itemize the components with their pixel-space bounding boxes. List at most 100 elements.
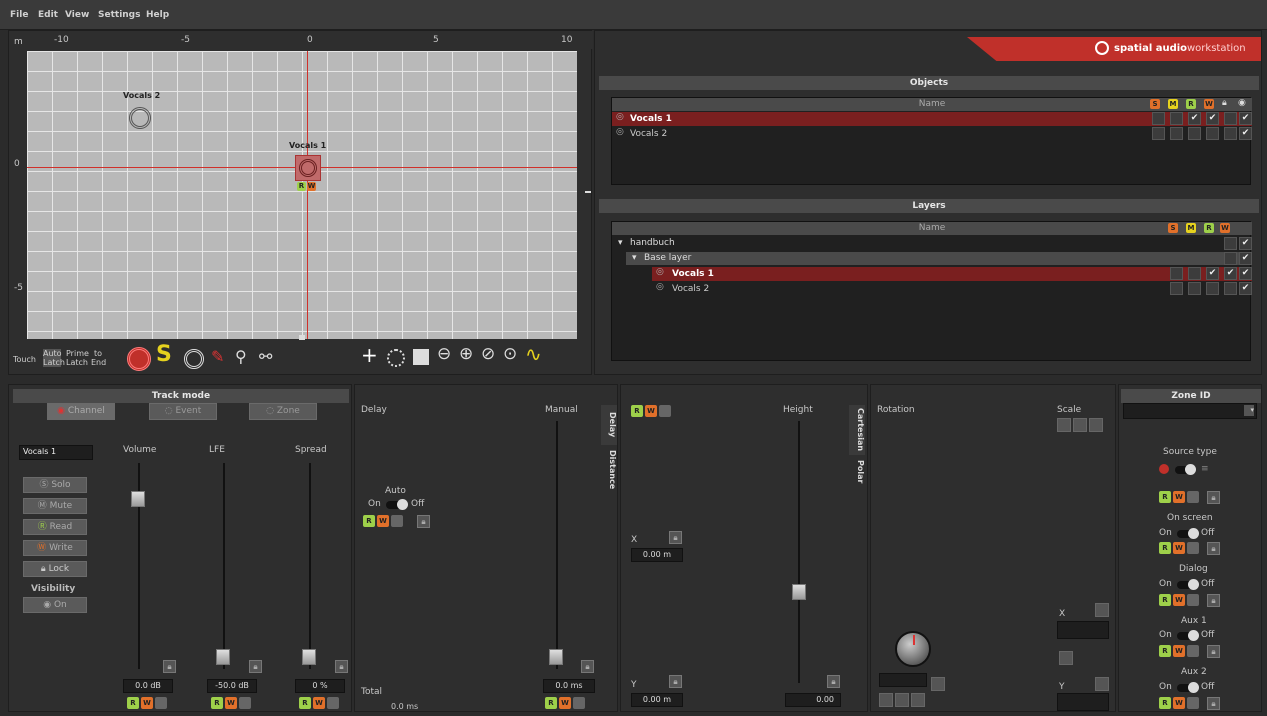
- object-vocals-2[interactable]: [129, 107, 151, 129]
- expand-icon[interactable]: ▾: [632, 253, 637, 263]
- menu-settings[interactable]: Settings: [98, 10, 140, 20]
- circle-path-icon[interactable]: [184, 349, 204, 369]
- aux1-toggle[interactable]: [1177, 630, 1199, 641]
- pos-read-badge[interactable]: R: [631, 405, 643, 417]
- object-vocals-1[interactable]: [295, 155, 321, 181]
- source-type-toggle[interactable]: [1175, 464, 1196, 475]
- curve-icon[interactable]: ∿: [525, 342, 542, 366]
- layer-row-vocals-2[interactable]: ◎ Vocals 2 ✔: [652, 282, 1252, 296]
- menu-edit[interactable]: Edit: [38, 10, 58, 20]
- st-write-badge[interactable]: W: [1173, 491, 1185, 503]
- volume-value[interactable]: 0.0 dB: [123, 679, 173, 693]
- mute-button[interactable]: Ⓜ Mute: [23, 498, 87, 514]
- volume-read-badge[interactable]: R: [127, 697, 139, 709]
- volume-slider-handle[interactable]: [131, 491, 145, 507]
- aux2-write-badge[interactable]: W: [1173, 697, 1185, 709]
- delay-lock-icon[interactable]: 🔒︎: [417, 515, 430, 528]
- zoom-in-icon[interactable]: ⊕: [459, 344, 473, 364]
- layer-root-row[interactable]: ▾ handbuch ✔: [612, 237, 1252, 250]
- x-value[interactable]: 0.00 m: [631, 548, 683, 562]
- tab-delay[interactable]: Delay: [601, 405, 617, 445]
- scale-y-value[interactable]: [1057, 693, 1109, 711]
- solo-button[interactable]: Ⓢ Solo: [23, 477, 87, 493]
- volume-lock-icon[interactable]: 🔒︎: [163, 660, 176, 673]
- zoom-fit-icon[interactable]: ⊘: [481, 344, 495, 364]
- channel-name-field[interactable]: Vocals 1: [19, 445, 93, 460]
- rotate-icon[interactable]: [387, 349, 405, 367]
- move-icon[interactable]: +: [361, 343, 378, 367]
- delay-manual-slider-track[interactable]: [556, 421, 558, 669]
- object-row-vocals-1[interactable]: ◎ Vocals 1 ✔ ✔ ✔: [612, 112, 1252, 126]
- h-scroll-handle[interactable]: [299, 335, 305, 340]
- v-scroll-handle[interactable]: [585, 191, 591, 193]
- base-layer-row[interactable]: ▾ Base layer ✔: [626, 252, 1252, 265]
- zoom-reset-icon[interactable]: ⊙: [503, 344, 517, 364]
- lock-button[interactable]: 🔒︎ Lock: [23, 561, 87, 577]
- rotation-knob[interactable]: [895, 631, 931, 667]
- delay-manual-lock-icon[interactable]: 🔒︎: [581, 660, 594, 673]
- scale-x-value[interactable]: [1057, 621, 1109, 639]
- to-end-button[interactable]: to End: [91, 349, 106, 367]
- pen-icon[interactable]: ✎: [211, 347, 224, 366]
- path-s-icon[interactable]: S: [156, 342, 172, 367]
- manual-read-badge[interactable]: R: [545, 697, 557, 709]
- os-write-badge[interactable]: W: [1173, 542, 1185, 554]
- lfe-lock-icon[interactable]: 🔒︎: [249, 660, 262, 673]
- delay-write-badge[interactable]: W: [377, 515, 389, 527]
- write-button[interactable]: Ⓦ Write: [23, 540, 87, 556]
- spread-slider-track[interactable]: [309, 463, 311, 669]
- dlg-write-badge[interactable]: W: [1173, 594, 1185, 606]
- aux2-lock-icon[interactable]: 🔒︎: [1207, 697, 1220, 710]
- spread-read-badge[interactable]: R: [299, 697, 311, 709]
- menu-help[interactable]: Help: [146, 10, 169, 20]
- lfe-read-badge[interactable]: R: [211, 697, 223, 709]
- auto-latch-button[interactable]: Auto Latch: [43, 349, 65, 367]
- tab-polar[interactable]: Polar: [849, 457, 865, 487]
- read-button[interactable]: Ⓡ Read: [23, 519, 87, 535]
- object-row-vocals-2[interactable]: ◎ Vocals 2 ✔: [612, 127, 1252, 141]
- lfe-write-badge[interactable]: W: [225, 697, 237, 709]
- zone-id-select[interactable]: ▾: [1123, 403, 1257, 419]
- spatial-grid[interactable]: Vocals 2 Vocals 1 R W: [27, 51, 577, 339]
- dlg-read-badge[interactable]: R: [1159, 594, 1171, 606]
- volume-write-badge[interactable]: W: [141, 697, 153, 709]
- on-screen-toggle[interactable]: [1177, 528, 1199, 539]
- prime-latch-button[interactable]: Prime Latch: [66, 349, 89, 367]
- aux1-write-badge[interactable]: W: [1173, 645, 1185, 657]
- spread-value[interactable]: 0 %: [295, 679, 345, 693]
- os-read-badge[interactable]: R: [1159, 542, 1171, 554]
- spread-lock-icon[interactable]: 🔒︎: [335, 660, 348, 673]
- chain-icon[interactable]: ⚯: [259, 347, 272, 366]
- record-icon[interactable]: [127, 347, 151, 371]
- layer-row-vocals-1[interactable]: ◎ Vocals 1 ✔ ✔ ✔: [652, 267, 1252, 281]
- track-mode-event-button[interactable]: ◌ Event: [149, 403, 217, 420]
- delay-manual-slider-handle[interactable]: [549, 649, 563, 665]
- chevron-down-icon[interactable]: ▾: [1244, 405, 1254, 416]
- rotation-lock[interactable]: [931, 677, 945, 691]
- menu-view[interactable]: View: [65, 10, 89, 20]
- dialog-toggle[interactable]: [1177, 579, 1199, 590]
- y-value[interactable]: 0.00 m: [631, 693, 683, 707]
- track-mode-channel-button[interactable]: ◉ Channel: [47, 403, 115, 420]
- track-mode-zone-button[interactable]: ◌ Zone: [249, 403, 317, 420]
- scale-x-lock[interactable]: [1095, 603, 1109, 617]
- spread-slider-handle[interactable]: [302, 649, 316, 665]
- aux1-read-badge[interactable]: R: [1159, 645, 1171, 657]
- aux2-read-badge[interactable]: R: [1159, 697, 1171, 709]
- height-slider-track[interactable]: [798, 421, 800, 683]
- delay-auto-toggle[interactable]: [386, 499, 408, 510]
- menu-file[interactable]: File: [10, 10, 28, 20]
- delay-read-badge[interactable]: R: [363, 515, 375, 527]
- visibility-on-button[interactable]: ◉ On: [23, 597, 87, 613]
- dlg-lock-icon[interactable]: 🔒︎: [1207, 594, 1220, 607]
- scale-icon[interactable]: [413, 349, 429, 365]
- pos-write-badge[interactable]: W: [645, 405, 657, 417]
- zoom-out-icon[interactable]: ⊖: [437, 344, 451, 364]
- manual-write-badge[interactable]: W: [559, 697, 571, 709]
- os-lock-icon[interactable]: 🔒︎: [1207, 542, 1220, 555]
- scale-y-lock[interactable]: [1095, 677, 1109, 691]
- delay-manual-value[interactable]: 0.0 ms: [543, 679, 595, 693]
- tab-distance[interactable]: Distance: [601, 447, 617, 493]
- spread-write-badge[interactable]: W: [313, 697, 325, 709]
- tab-cartesian[interactable]: Cartesian: [849, 405, 865, 455]
